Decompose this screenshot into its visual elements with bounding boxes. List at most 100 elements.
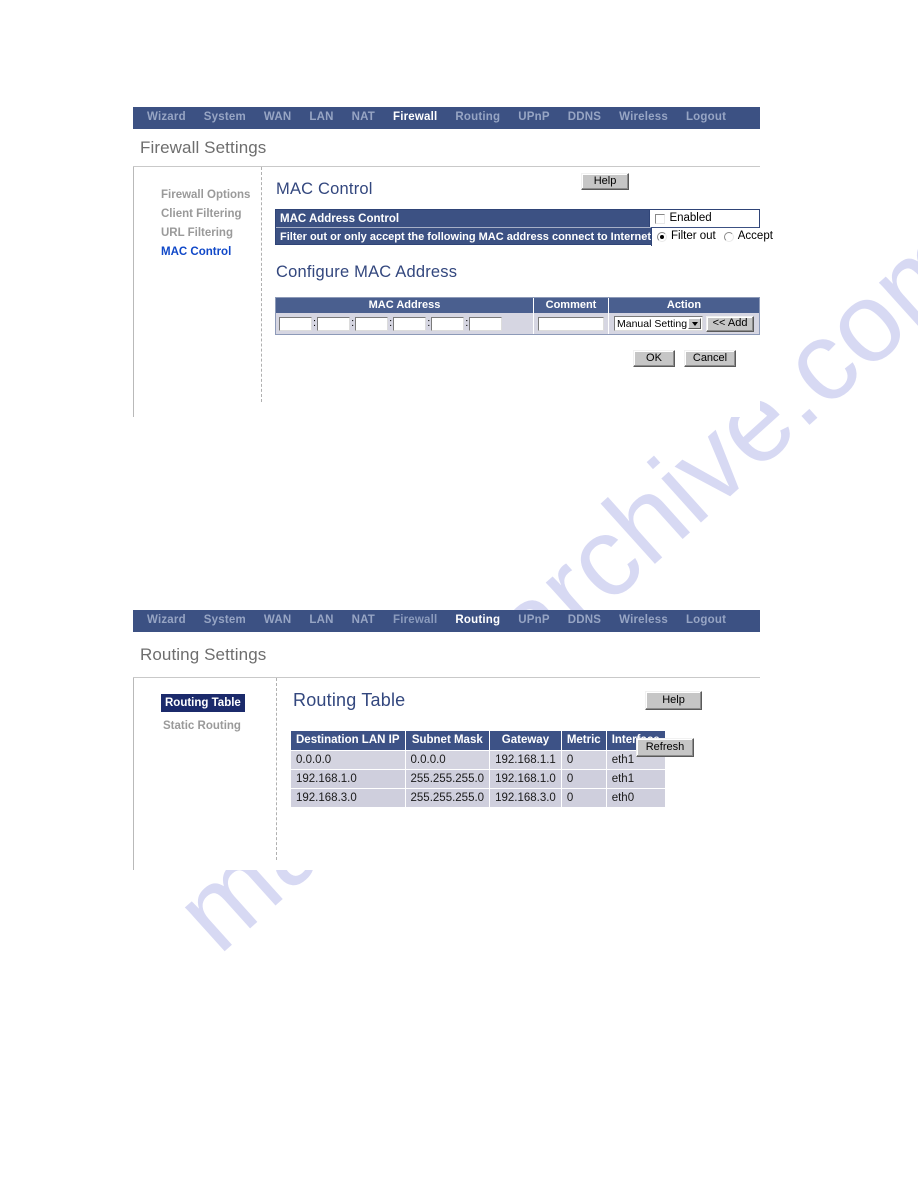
- enabled-checkbox-cell[interactable]: Enabled: [649, 210, 759, 227]
- cell-interface: eth0: [605, 788, 666, 808]
- accept-label: Accept: [737, 230, 773, 243]
- mac-address-control-title: MAC Address Control: [280, 212, 400, 225]
- comment-input[interactable]: [538, 316, 604, 331]
- column-header-comment: Comment: [534, 298, 609, 313]
- nav-item-wizard[interactable]: Wizard: [147, 112, 186, 124]
- ok-button[interactable]: OK: [633, 350, 675, 367]
- nav-item-nat[interactable]: NAT: [352, 615, 375, 627]
- mac-address-input-group: : : : : :: [276, 313, 534, 334]
- nav-item-nat[interactable]: NAT: [352, 112, 375, 124]
- mac-octet-3-input[interactable]: [355, 316, 389, 331]
- mac-address-control-block: MAC Address Control Enabled Filter out o…: [275, 209, 773, 246]
- action-select[interactable]: Manual Setting: [614, 316, 703, 331]
- mac-octet-4-input[interactable]: [393, 316, 427, 331]
- cell-gateway: 192.168.1.0: [489, 769, 562, 789]
- nav-item-routing[interactable]: Routing: [455, 112, 500, 124]
- sidebar-item-url-filtering[interactable]: URL Filtering: [159, 225, 235, 241]
- enabled-checkbox[interactable]: [655, 213, 666, 224]
- nav-item-system[interactable]: System: [204, 615, 246, 627]
- column-header-subnet-mask: Subnet Mask: [404, 730, 491, 751]
- nav-item-system[interactable]: System: [204, 112, 246, 124]
- mac-address-control-description: Filter out or only accept the following …: [280, 231, 655, 243]
- nav-item-wireless[interactable]: Wireless: [619, 112, 668, 124]
- firewall-body: Firewall Options Client Filtering URL Fi…: [133, 167, 773, 417]
- mode-radio-cell[interactable]: Filter out Accept: [651, 228, 773, 246]
- cell-destination-lan-ip: 192.168.1.0: [290, 769, 406, 789]
- panel-left-rule: [133, 167, 134, 417]
- cell-metric: 0: [560, 788, 607, 808]
- nav-item-lan[interactable]: LAN: [309, 615, 333, 627]
- filter-out-label: Filter out: [671, 230, 716, 243]
- action-select-value: Manual Setting: [617, 317, 688, 330]
- column-header-mac-address: MAC Address: [276, 298, 534, 313]
- mac-octet-1-input[interactable]: [279, 316, 312, 331]
- sidebar-item-mac-control[interactable]: MAC Control: [159, 244, 233, 260]
- configure-table-input-row: : : : : : Manual Setting << Add: [276, 313, 759, 334]
- sidebar-item-client-filtering[interactable]: Client Filtering: [159, 206, 244, 222]
- sidebar-divider: [276, 678, 277, 860]
- sidebar-item-static-routing[interactable]: Static Routing: [161, 718, 243, 734]
- routing-table-header-row: Destination LAN IP Subnet Mask Gateway M…: [290, 730, 666, 751]
- firewall-sidebar: Firewall Options Client Filtering URL Fi…: [159, 185, 252, 261]
- sidebar-divider: [261, 167, 262, 402]
- routing-table: Destination LAN IP Subnet Mask Gateway M…: [290, 730, 666, 808]
- firewall-settings-panel: Wizard System WAN LAN NAT Firewall Routi…: [133, 107, 773, 417]
- page-title: Firewall Settings: [140, 137, 267, 157]
- mac-control-heading: MAC Control: [276, 180, 373, 198]
- nav-item-routing[interactable]: Routing: [455, 615, 500, 627]
- nav-item-ddns[interactable]: DDNS: [568, 112, 601, 124]
- mac-octet-6-input[interactable]: [469, 316, 503, 331]
- cancel-button[interactable]: Cancel: [684, 350, 736, 367]
- cell-metric: 0: [560, 769, 607, 789]
- column-header-action: Action: [666, 299, 702, 311]
- nav-item-upnp[interactable]: UPnP: [518, 112, 549, 124]
- cell-subnet-mask: 255.255.255.0: [404, 769, 491, 789]
- enabled-label: Enabled: [669, 211, 712, 224]
- cell-gateway: 192.168.3.0: [489, 788, 562, 808]
- routing-table-heading: Routing Table: [293, 690, 406, 710]
- nav-item-upnp[interactable]: UPnP: [518, 615, 549, 627]
- action-cell: Manual Setting << Add: [609, 313, 759, 334]
- firewall-navbar: Wizard System WAN LAN NAT Firewall Routi…: [133, 107, 760, 129]
- nav-item-lan[interactable]: LAN: [309, 112, 333, 124]
- cell-destination-lan-ip: 0.0.0.0: [290, 750, 406, 770]
- nav-item-wizard[interactable]: Wizard: [147, 615, 186, 627]
- cell-interface: eth1: [605, 769, 666, 789]
- cell-destination-lan-ip: 192.168.3.0: [290, 788, 406, 808]
- nav-item-logout[interactable]: Logout: [686, 615, 726, 627]
- column-header-metric: Metric: [560, 730, 607, 751]
- mac-octet-2-input[interactable]: [317, 316, 351, 331]
- configure-table-header-row: MAC Address Comment Action: [276, 298, 759, 313]
- chevron-down-icon[interactable]: [688, 318, 701, 329]
- column-header-gateway: Gateway: [489, 730, 562, 751]
- routing-title-bar: Routing Settings: [133, 632, 760, 678]
- sidebar-item-routing-table[interactable]: Routing Table: [161, 694, 245, 712]
- nav-item-firewall[interactable]: Firewall: [393, 615, 437, 627]
- accept-radio[interactable]: [723, 232, 734, 242]
- cell-subnet-mask: 0.0.0.0: [404, 750, 491, 770]
- cell-gateway: 192.168.1.1: [489, 750, 562, 770]
- panel-left-rule: [133, 678, 134, 870]
- nav-item-logout[interactable]: Logout: [686, 112, 726, 124]
- table-row: 0.0.0.0 0.0.0.0 192.168.1.1 0 eth1: [290, 750, 666, 770]
- table-row: 192.168.3.0 255.255.255.0 192.168.3.0 0 …: [290, 788, 666, 808]
- nav-item-wan[interactable]: WAN: [264, 615, 291, 627]
- routing-body: Routing Table Static Routing Routing Tab…: [133, 678, 760, 870]
- routing-sidebar: Routing Table Static Routing: [161, 693, 245, 735]
- help-button[interactable]: Help: [581, 173, 629, 190]
- routing-settings-panel: Wizard System WAN LAN NAT Firewall Routi…: [133, 610, 760, 870]
- column-header-destination-lan-ip: Destination LAN IP: [290, 730, 406, 751]
- page-title: Routing Settings: [140, 644, 267, 664]
- nav-item-wireless[interactable]: Wireless: [619, 615, 668, 627]
- add-button[interactable]: << Add: [706, 315, 754, 332]
- nav-item-firewall[interactable]: Firewall: [393, 112, 437, 124]
- nav-item-ddns[interactable]: DDNS: [568, 615, 601, 627]
- help-button[interactable]: Help: [645, 691, 702, 710]
- mac-octet-5-input[interactable]: [431, 316, 465, 331]
- configure-mac-address-table: MAC Address Comment Action : : : : : Man…: [275, 297, 760, 335]
- nav-item-wan[interactable]: WAN: [264, 112, 291, 124]
- firewall-title-bar: Firewall Settings: [133, 129, 760, 167]
- sidebar-item-firewall-options[interactable]: Firewall Options: [159, 187, 252, 203]
- refresh-button[interactable]: Refresh: [636, 738, 694, 757]
- filter-out-radio[interactable]: [657, 232, 667, 242]
